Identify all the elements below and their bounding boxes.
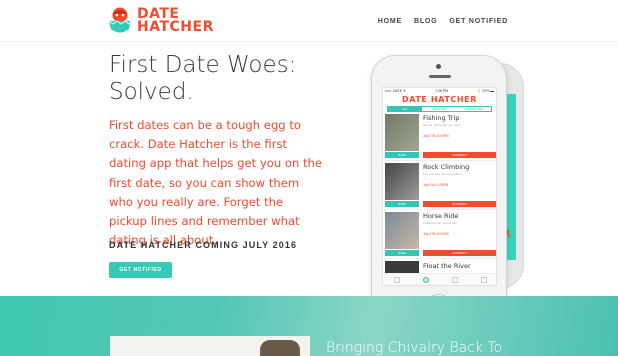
hero-description: First dates can be a tough egg to crack.… [109,118,323,248]
date-card[interactable]: Horse Ride Trails through the country Ju… [383,210,496,259]
feature-photo [110,336,310,356]
date-card[interactable]: Rock Climbing Fun and time we were talki… [383,161,496,210]
date-title: Rock Climbing [423,163,470,171]
clock-text: 7:26 PM [435,89,449,93]
messages-icon[interactable] [451,276,458,283]
logo[interactable]: DATE HATCHER [107,6,214,36]
connect-button[interactable]: CONNECT [423,250,496,256]
save-button[interactable]: SAVE [385,250,419,256]
phone-screen: ••••○ DATE ✈ 7:26 PM ⚡ 57% ▬ DATE HATCHE… [382,87,497,286]
date-title: Float the River [423,262,471,270]
feature-photo-person [260,340,300,356]
discover-icon[interactable] [423,276,430,283]
profile-icon[interactable] [480,276,487,283]
get-notified-button[interactable]: GET NOTIFIED [109,262,172,278]
feature-heading: Bringing Chivalry Back To [326,340,503,356]
app-title: DATE HATCHER [401,95,478,104]
home-icon[interactable] [394,276,401,283]
date-photo [385,114,419,151]
save-button[interactable]: SAVE [385,152,419,158]
connect-button[interactable]: CONNECT [423,152,496,158]
app-tab-bar [383,273,496,285]
nav-get-notified[interactable]: GET NOTIFIED [449,18,508,25]
site-header: DATE HATCHER HOME BLOG GET NOTIFIED [0,0,618,42]
date-photo [385,212,419,249]
carrier-text: ••••○ DATE ✈ [385,89,406,93]
date-title: Fishing Trip [423,114,460,122]
date-time: July 31st, 2:00PM [423,183,449,187]
date-time: July 27th, 6:00PM [423,232,449,236]
date-time: July 27th, 8:00PM [423,134,449,138]
connect-button[interactable]: CONNECT [423,201,496,207]
tab-all[interactable]: ALL [388,107,423,111]
date-title: Horse Ride [423,212,459,220]
date-photo [385,261,419,273]
phone-mockup: ••••○ DATE ✈ 7:26 PM ⚡ 57% ▬ DATE HATCHE… [371,55,507,325]
date-subtitle: Fun and time we were talking [423,172,463,176]
main-nav: HOME BLOG GET NOTIFIED [378,18,508,25]
date-card[interactable]: Fishing Trip No cell, all the fish you w… [383,112,496,161]
nav-home[interactable]: HOME [378,18,402,25]
hero-title: First Date Woes: Solved. [109,52,297,105]
date-photo [385,163,419,200]
camera-icon [436,64,441,69]
launch-date-text: DATE HATCHER COMING JULY 2016 [109,240,298,250]
tab-pending[interactable]: PENDING [422,107,456,111]
tab-connected[interactable]: CONNECTED [457,107,491,111]
logo-line-2: HATCHER [137,19,214,35]
nav-blog[interactable]: BLOG [414,18,437,25]
save-button[interactable]: SAVE [385,201,419,207]
speaker-icon [429,75,451,78]
battery-text: ⚡ 57% ▬ [477,89,494,93]
date-card[interactable]: Float the River [383,259,496,273]
date-subtitle: No cell, all the fish you want [423,123,461,127]
date-subtitle: Trails through the country [423,221,457,225]
egg-hatchling-icon [107,6,133,36]
